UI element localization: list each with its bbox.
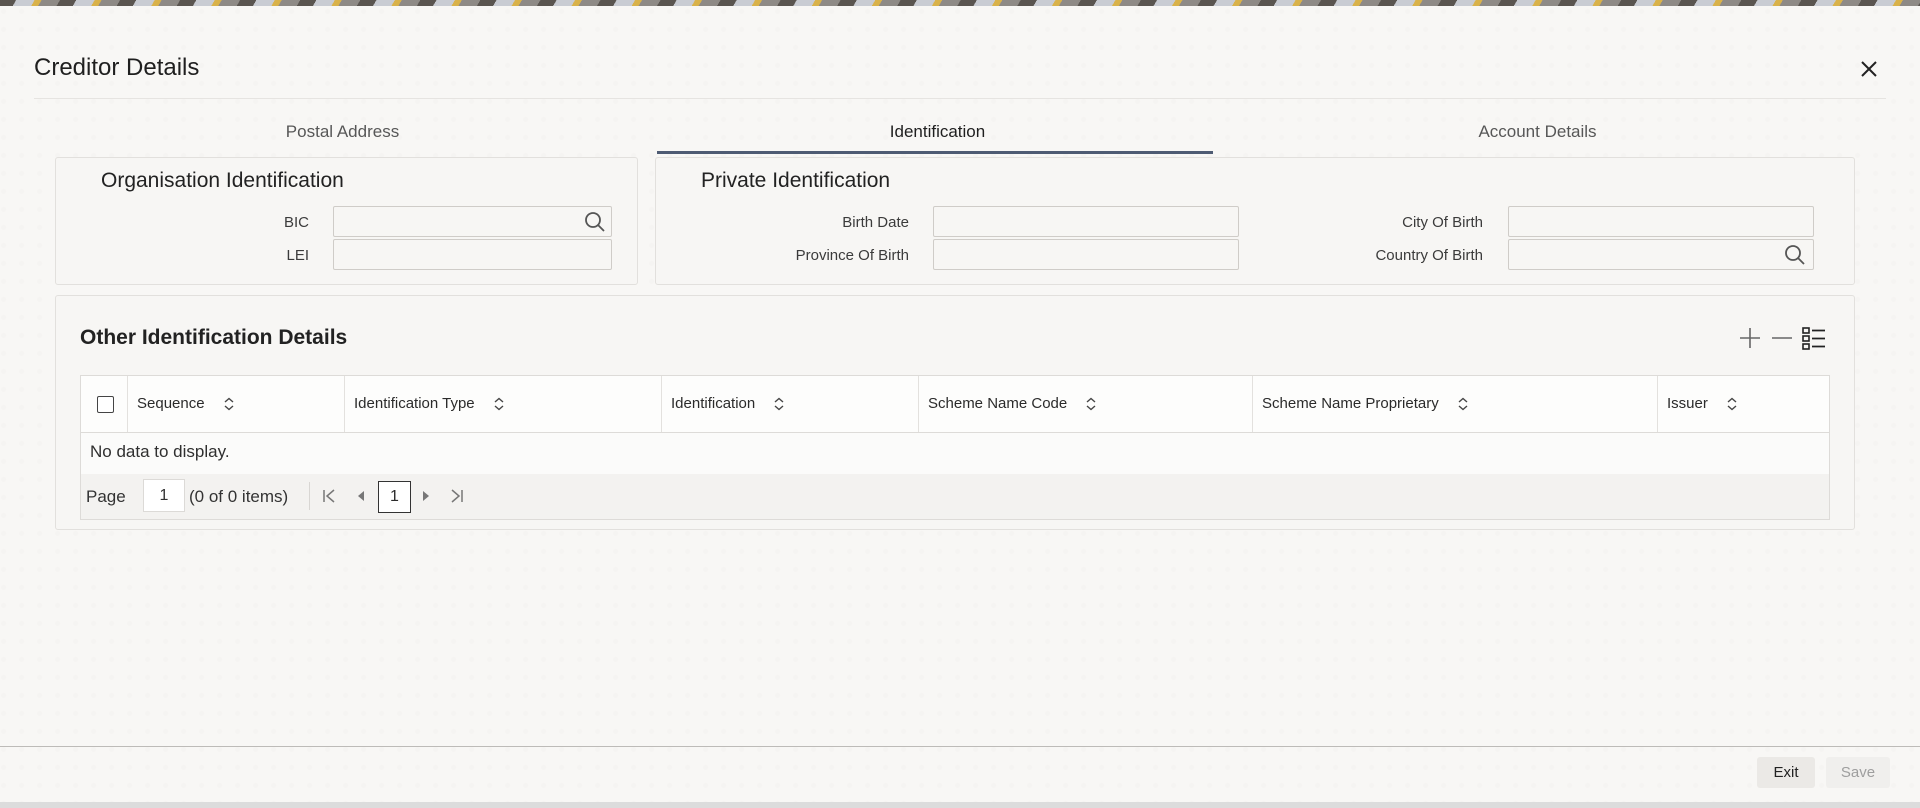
other-identification-table: Sequence Identification Type Identificat… xyxy=(80,375,1830,520)
country-of-birth-label: Country Of Birth xyxy=(1375,247,1483,264)
close-button[interactable] xyxy=(1858,58,1880,80)
organisation-identification-title: Organisation Identification xyxy=(101,169,344,192)
bic-label: BIC xyxy=(283,214,309,231)
column-header-label: Identification Type xyxy=(354,395,475,412)
item-count: (0 of 0 items) xyxy=(189,487,289,506)
pager-divider xyxy=(309,482,310,510)
birth-date-input[interactable] xyxy=(933,206,1239,237)
province-of-birth-label: Province Of Birth xyxy=(795,247,909,264)
column-header-sequence[interactable]: Sequence xyxy=(128,376,345,432)
city-of-birth-input[interactable] xyxy=(1508,206,1814,237)
exit-button[interactable]: Exit xyxy=(1757,757,1815,788)
single-record-view-button[interactable] xyxy=(1801,325,1827,351)
close-icon xyxy=(1861,61,1877,77)
next-page-button[interactable] xyxy=(416,486,436,506)
page-number-input[interactable] xyxy=(143,479,185,512)
tab-identification[interactable]: Identification xyxy=(800,118,1075,154)
pagination-bar: Page (0 of 0 items) 1 xyxy=(81,474,1829,519)
province-of-birth-input[interactable] xyxy=(933,239,1239,270)
current-page-button[interactable]: 1 xyxy=(378,481,411,513)
column-header-scheme-name-code[interactable]: Scheme Name Code xyxy=(919,376,1253,432)
next-page-icon xyxy=(423,491,429,501)
list-detail-icon xyxy=(1802,327,1825,350)
previous-page-icon xyxy=(358,491,364,501)
column-header-label: Issuer xyxy=(1667,395,1708,412)
sort-icon xyxy=(224,397,234,411)
search-icon[interactable] xyxy=(1783,243,1807,267)
lei-input[interactable] xyxy=(333,239,612,270)
private-identification-panel: Private Identification Birth Date Provin… xyxy=(655,157,1855,285)
active-tab-indicator xyxy=(657,151,1213,154)
column-header-label: Scheme Name Proprietary xyxy=(1262,395,1439,412)
minus-icon xyxy=(1772,337,1792,339)
footer-divider xyxy=(0,746,1920,747)
empty-table-message: No data to display. xyxy=(90,442,230,461)
last-page-icon xyxy=(451,489,463,503)
search-icon[interactable] xyxy=(583,210,607,234)
delete-row-button[interactable] xyxy=(1769,325,1795,351)
bic-input[interactable] xyxy=(333,206,612,237)
creditor-details-dialog: Creditor Details Postal Address Identifi… xyxy=(0,6,1920,802)
sort-icon xyxy=(494,397,504,411)
column-header-label: Identification xyxy=(671,395,756,412)
column-header-label: Scheme Name Code xyxy=(928,395,1068,412)
sort-icon xyxy=(1458,397,1468,411)
organisation-identification-panel: Organisation Identification BIC LEI xyxy=(55,157,638,285)
first-page-icon xyxy=(323,489,335,503)
birth-date-label: Birth Date xyxy=(842,214,909,231)
plus-icon xyxy=(1740,328,1760,348)
save-button[interactable]: Save xyxy=(1826,757,1890,788)
add-row-button[interactable] xyxy=(1737,325,1763,351)
title-divider xyxy=(34,98,1886,99)
column-header-label: Sequence xyxy=(137,395,205,412)
sort-icon xyxy=(1727,397,1737,411)
tab-account-details[interactable]: Account Details xyxy=(1400,118,1675,154)
select-all-cell xyxy=(81,376,128,432)
column-header-issuer[interactable]: Issuer xyxy=(1658,376,1829,432)
first-page-button[interactable] xyxy=(319,486,339,506)
lei-label: LEI xyxy=(286,247,309,264)
last-page-button[interactable] xyxy=(447,486,467,506)
previous-page-button[interactable] xyxy=(351,486,371,506)
other-identification-title: Other Identification Details xyxy=(80,326,348,349)
city-of-birth-label: City Of Birth xyxy=(1402,214,1483,231)
table-header: Sequence Identification Type Identificat… xyxy=(81,376,1829,433)
column-header-identification[interactable]: Identification xyxy=(662,376,919,432)
tab-postal-address[interactable]: Postal Address xyxy=(210,118,475,154)
sort-icon xyxy=(1086,397,1096,411)
select-all-checkbox[interactable] xyxy=(97,396,114,413)
column-header-identification-type[interactable]: Identification Type xyxy=(345,376,662,432)
sort-icon xyxy=(774,397,784,411)
private-identification-title: Private Identification xyxy=(701,169,891,192)
dialog-title: Creditor Details xyxy=(34,54,200,81)
column-header-scheme-name-proprietary[interactable]: Scheme Name Proprietary xyxy=(1253,376,1658,432)
page-label: Page xyxy=(86,487,126,506)
bottom-scrollbar[interactable] xyxy=(0,802,1920,808)
country-of-birth-input[interactable] xyxy=(1508,239,1814,270)
